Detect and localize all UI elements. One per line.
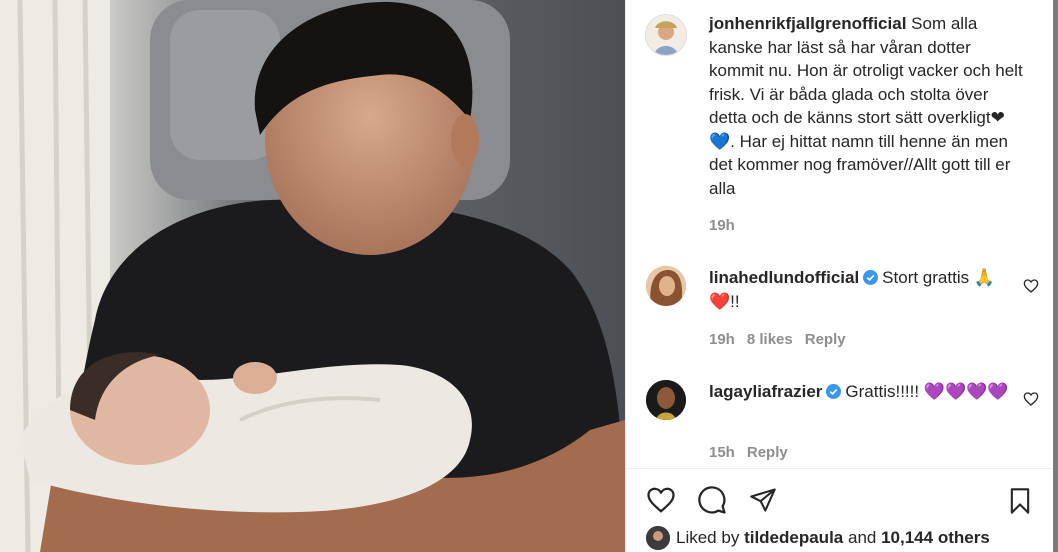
comment-1: linahedlundofficial Stort grattis 🙏❤️!! [709, 266, 1009, 313]
comment-2-text: Grattis!!!!! 💜💜💜💜 [845, 382, 1009, 401]
bookmark-icon[interactable] [1006, 485, 1034, 517]
liked-by-prefix: Liked by [676, 528, 740, 547]
comment-avatar-image [646, 266, 686, 306]
post-photo[interactable] [0, 0, 625, 552]
comment-1-time[interactable]: 19h [709, 331, 735, 348]
verified-badge-icon [863, 270, 879, 285]
author-avatar-image [646, 15, 686, 55]
comment-2-meta: 15h Reply [709, 444, 800, 461]
comment-1-username[interactable]: linahedlundofficial [709, 268, 859, 287]
liked-by-and: and [847, 528, 877, 547]
caption-text: Som alla kanske har läst så har våran do… [709, 14, 1023, 198]
author-username[interactable]: jonhenrikfjallgrenofficial [709, 14, 906, 33]
comment-2-reply-button[interactable]: Reply [747, 444, 788, 461]
comment-2-time[interactable]: 15h [709, 444, 735, 461]
liked-by-user[interactable]: tildedepaula [744, 528, 843, 547]
comment-avatar[interactable] [646, 266, 686, 306]
likes-summary: Liked by tildedepaula and 10,144 others [676, 528, 990, 548]
liked-by-avatar-image [646, 526, 670, 550]
verified-badge-icon [826, 384, 842, 399]
heart-icon[interactable] [645, 485, 677, 515]
comment-2: lagayliafrazier Grattis!!!!! 💜💜💜💜 [709, 380, 1009, 404]
liked-by-avatar[interactable] [646, 526, 670, 550]
author-avatar[interactable] [645, 14, 687, 56]
comment-icon[interactable] [697, 485, 727, 515]
actions-divider [625, 468, 1052, 469]
post-timestamp[interactable]: 19h [709, 217, 747, 234]
post-caption: jonhenrikfjallgrenofficial Som alla kans… [709, 12, 1029, 200]
comment-1-likes[interactable]: 8 likes [747, 331, 793, 348]
comment-avatar-image [646, 380, 686, 420]
comment-1-meta: 19h 8 likes Reply [709, 331, 858, 348]
post-time-value: 19h [709, 217, 735, 234]
comment-avatar[interactable] [646, 380, 686, 420]
comment-2-username[interactable]: lagayliafrazier [709, 382, 822, 401]
comment-2-like-icon[interactable] [1023, 391, 1039, 407]
comment-1-reply-button[interactable]: Reply [805, 331, 846, 348]
photo-illustration [0, 0, 625, 552]
share-icon[interactable] [748, 486, 778, 514]
comment-1-like-icon[interactable] [1023, 278, 1039, 294]
liked-by-count[interactable]: 10,144 others [881, 528, 990, 547]
